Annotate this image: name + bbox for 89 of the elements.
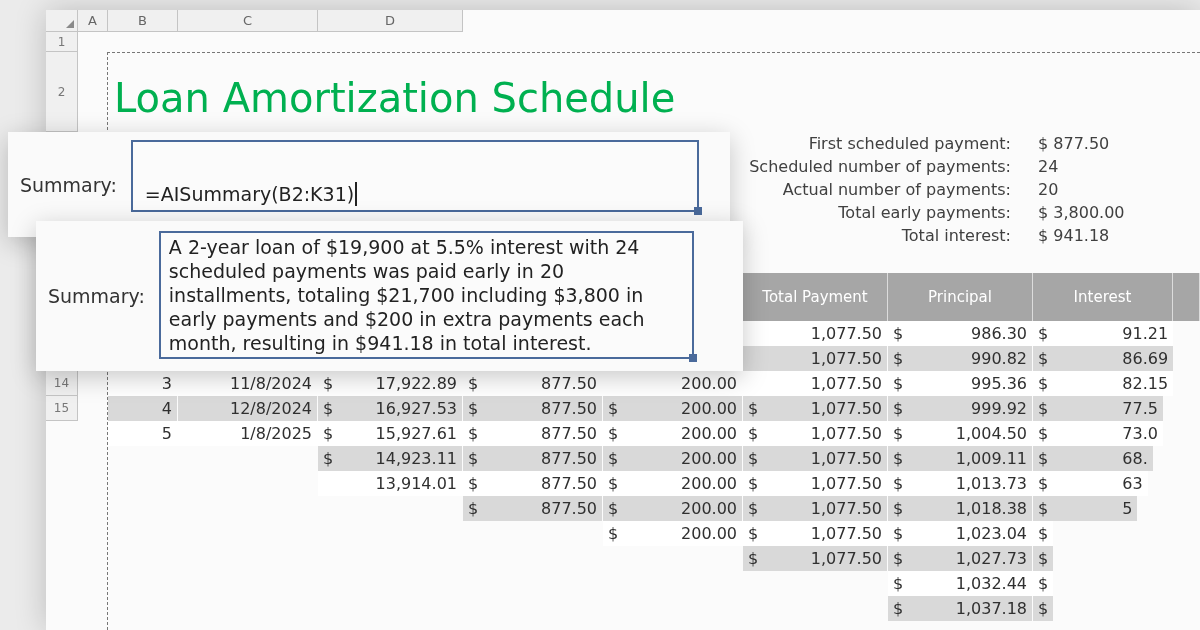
summary-label: Summary: — [48, 285, 145, 307]
text-cursor — [355, 182, 358, 206]
summary-label: Scheduled number of payments: — [749, 157, 1011, 176]
table-cell: 3 — [161, 374, 172, 393]
table-cell: $ 1,077.50 — [748, 499, 882, 518]
table-cell: 1,077.50 — [810, 324, 882, 343]
table-cell: $ 200.00 — [608, 474, 737, 493]
table-cell: $ 63 — [1038, 474, 1143, 493]
table-cell: $ 1,077.50 — [748, 549, 882, 568]
column-header[interactable]: B — [108, 10, 178, 32]
table-cell: $ — [1038, 524, 1049, 543]
summary-value: $ 3,800.00 — [1038, 203, 1125, 222]
table-cell: $ 995.36 — [893, 374, 1027, 393]
table-cell: $ 1,027.73 — [893, 549, 1027, 568]
table-cell: $ 1,077.50 — [748, 424, 882, 443]
summary-label: First scheduled payment: — [808, 134, 1011, 153]
table-cell: $ 73.0 — [1038, 424, 1158, 443]
table-cell: 5 — [161, 424, 172, 443]
row-header[interactable]: 14 — [46, 371, 78, 396]
table-cell: $ 1,018.38 — [893, 499, 1027, 518]
table-cell: 1/8/2025 — [240, 424, 312, 443]
summary-value: 20 — [1038, 180, 1059, 199]
row-header[interactable]: 2 — [46, 52, 78, 132]
table-cell: $ 82.15 — [1038, 374, 1169, 393]
select-all-button[interactable] — [46, 10, 78, 32]
summary-field[interactable]: A 2-year loan of $19,900 at 5.5% interest with 24 scheduled payments was paid early in 20 installments, totaling $21,700 including $3,800 in early payments and $200 in extra payments each month, resulting in $941.18 in total interest. — [158, 231, 694, 359]
table-cell: 4 — [161, 399, 172, 418]
column-header[interactable]: A — [78, 10, 108, 32]
table-cell: $ 200.00 — [608, 524, 737, 543]
table-cell: $ 16,927.53 — [323, 399, 457, 418]
table-cell: $ 200.00 — [608, 399, 737, 418]
fill-handle-icon[interactable] — [693, 207, 702, 215]
table-cell: $ 877.50 — [468, 399, 597, 418]
table-cell: $ 15,927.61 — [323, 424, 457, 443]
triangle-icon — [66, 20, 74, 28]
table-cell: $ — [1038, 549, 1049, 568]
table-cell: $ 986.30 — [893, 324, 1027, 343]
table-cell: $ 200.00 — [608, 499, 737, 518]
table-cell: 1,077.50 — [810, 374, 882, 393]
table-cell: 13,914.01 — [375, 474, 457, 493]
table-cell: $ 1,077.50 — [748, 449, 882, 468]
table-cell: $ 17,922.89 — [323, 374, 457, 393]
table-cell: $ 5 — [1038, 499, 1133, 518]
summary-value: $ 877.50 — [1038, 134, 1110, 153]
sheet-title: Loan Amortization Schedule — [114, 74, 676, 122]
table-cell: $ 77.5 — [1038, 399, 1158, 418]
table-cell: $ 877.50 — [468, 424, 597, 443]
table-cell: $ 1,077.50 — [748, 399, 882, 418]
summary-label: Actual number of payments: — [782, 180, 1011, 199]
table-cell: $ — [1038, 574, 1049, 593]
formula-field[interactable]: =AISummary(B2:K31) — [130, 140, 699, 212]
column-header[interactable]: Total Payment — [743, 273, 888, 321]
table-cell: $ 1,013.73 — [893, 474, 1027, 493]
summary-value: $ 941.18 — [1038, 226, 1110, 245]
table-cell: $ — [1038, 599, 1049, 618]
table-cell: $ 200.00 — [608, 449, 737, 468]
summary-value: 24 — [1038, 157, 1059, 176]
row-header[interactable]: 15 — [46, 396, 78, 421]
table-cell: 11/8/2024 — [229, 374, 312, 393]
table-cell: $ 877.50 — [468, 449, 597, 468]
table-cell: $ 1,009.11 — [893, 449, 1027, 468]
column-header[interactable]: Principal — [888, 273, 1033, 321]
table-cell: $ 86.69 — [1038, 349, 1169, 368]
summary-label: Summary: — [20, 173, 117, 196]
table-cell: $ 999.92 — [893, 399, 1027, 418]
column-header[interactable]: C — [178, 10, 318, 32]
table-cell: $ 1,004.50 — [893, 424, 1027, 443]
column-header[interactable]: Interest — [1033, 273, 1173, 321]
table-cell: $ 14,923.11 — [323, 449, 457, 468]
table-cell: $ 877.50 — [468, 499, 597, 518]
row-header[interactable]: 1 — [46, 32, 78, 52]
summary-label: Total early payments: — [838, 203, 1011, 222]
table-cell: $ 1,077.50 — [748, 474, 882, 493]
table-cell: $ 1,037.18 — [893, 599, 1027, 618]
table-cell: $ 1,077.50 — [748, 524, 882, 543]
table-cell: $ 990.82 — [893, 349, 1027, 368]
fill-handle-icon[interactable] — [688, 354, 697, 362]
table-cell: $ 877.50 — [468, 374, 597, 393]
table-cell: $ 91.21 — [1038, 324, 1169, 343]
table-cell: 200.00 — [681, 374, 737, 393]
table-cell: $ 200.00 — [608, 424, 737, 443]
table-cell: 1,077.50 — [810, 349, 882, 368]
table-cell: $ 1,023.04 — [893, 524, 1027, 543]
table-cell: $ 1,032.44 — [893, 574, 1027, 593]
column-header[interactable]: D — [318, 10, 463, 32]
table-cell: $ 877.50 — [468, 474, 597, 493]
table-cell: 12/8/2024 — [229, 399, 312, 418]
summary-label: Total interest: — [901, 226, 1011, 245]
table-cell: $ 68. — [1038, 449, 1148, 468]
